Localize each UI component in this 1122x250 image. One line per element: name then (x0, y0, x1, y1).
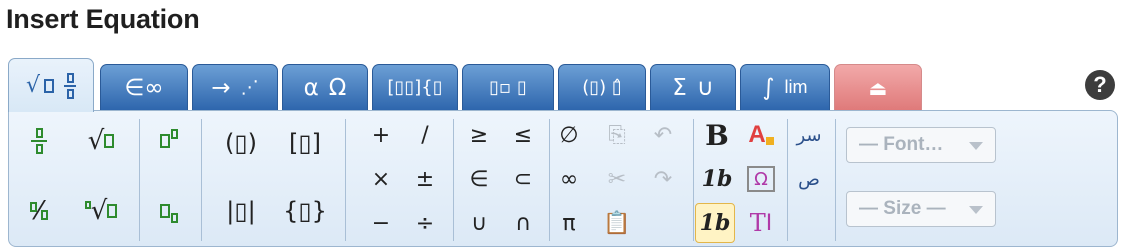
help-icon[interactable]: ? (1085, 70, 1115, 100)
subscript-button[interactable] (149, 191, 189, 231)
infinity-button[interactable]: ∞ (549, 159, 589, 199)
alpha-icon: α (303, 74, 319, 101)
square-brackets-button[interactable]: [▯] (285, 123, 325, 163)
element-of-button[interactable]: ∈ (459, 159, 499, 199)
tab-arrows[interactable]: → ⋰ (192, 64, 278, 110)
accent-icon: (▯) ▯̂ (582, 77, 622, 98)
square-root-button[interactable]: √ (81, 121, 121, 161)
tab-scripts[interactable]: ▯▫ ▯ (462, 64, 554, 110)
tab-templates[interactable]: √ (8, 58, 94, 112)
arrow-icon: → (211, 74, 231, 101)
empty-set-button[interactable]: ∅ (549, 115, 589, 155)
equation-tab-bar: √ ∈∞ → ⋰ αΩ [▯▯]{▯ ▯▫ ▯ (▯) ▯̂ Σ ∪ ∫ lim ⏏ (8, 58, 1116, 112)
text-color-icon[interactable]: A (741, 115, 781, 155)
symbols-tab-icon: ∈∞ (124, 74, 164, 101)
superscript-icon: ▯▫ ▯ (489, 77, 527, 98)
divide-slash-button[interactable]: / (405, 115, 445, 155)
insert-icon: ⏏ (868, 75, 888, 100)
tab-greek[interactable]: αΩ (282, 64, 368, 110)
superscript-button[interactable] (149, 121, 189, 161)
tab-calculus[interactable]: ∫ lim (740, 64, 830, 110)
equation-toolbar-panel: √ ⁄ √ (▯) [▯] |▯| {▯} + / × ± − ÷ ≥ ≤ ∈ … (8, 110, 1118, 247)
limit-icon: lim (784, 77, 808, 97)
italic-button[interactable]: 1b (697, 159, 737, 199)
paste-icon[interactable]: 📋 (597, 203, 637, 243)
tab-matrices[interactable]: [▯▯]{▯ (372, 64, 458, 110)
union-button[interactable]: ∪ (459, 203, 499, 243)
redo-icon[interactable]: ↷ (643, 159, 683, 199)
font-select[interactable]: — Font… (846, 127, 996, 163)
pi-button[interactable]: π (549, 203, 589, 243)
dots-icon: ⋰ (240, 77, 259, 98)
sigma-icon: Σ (672, 74, 687, 101)
union-icon: ∪ (696, 74, 714, 101)
minus-button[interactable]: − (361, 203, 401, 243)
subset-button[interactable]: ⊂ (503, 159, 543, 199)
fraction-button[interactable] (19, 121, 59, 161)
arabic-style-icon[interactable]: ص (789, 159, 829, 199)
undo-icon[interactable]: ↶ (643, 115, 683, 155)
greek-style-button[interactable]: Ω (741, 159, 781, 199)
copy-icon[interactable]: ⎘ (597, 115, 637, 155)
plus-minus-button[interactable]: ± (405, 159, 445, 199)
nth-root-button[interactable]: √ (81, 191, 121, 231)
chevron-down-icon (969, 206, 983, 214)
chevron-down-icon (969, 142, 983, 150)
tab-operators[interactable]: Σ ∪ (650, 64, 736, 110)
absolute-value-button[interactable]: |▯| (221, 191, 261, 231)
omega-icon: Ω (328, 74, 347, 101)
cut-icon[interactable]: ✂ (597, 159, 637, 199)
italic-variable-button[interactable]: 1b (695, 203, 735, 243)
times-button[interactable]: × (361, 159, 401, 199)
tab-symbols[interactable]: ∈∞ (100, 64, 188, 110)
intersection-button[interactable]: ∩ (503, 203, 543, 243)
parentheses-button[interactable]: (▯) (221, 123, 261, 163)
slash-fraction-button[interactable]: ⁄ (19, 191, 59, 231)
integral-icon: ∫ (762, 74, 775, 101)
tab-insert[interactable]: ⏏ (834, 64, 922, 110)
bold-button[interactable]: B (697, 115, 737, 155)
division-button[interactable]: ÷ (405, 203, 445, 243)
greater-equal-button[interactable]: ≥ (459, 115, 499, 155)
matrix-icon: [▯▯]{▯ (387, 77, 443, 98)
size-select[interactable]: — Size — (846, 191, 996, 227)
arabic-script-icon[interactable]: سر (789, 115, 829, 155)
tab-accents[interactable]: (▯) ▯̂ (558, 64, 646, 110)
less-equal-button[interactable]: ≤ (503, 115, 543, 155)
plus-button[interactable]: + (361, 115, 401, 155)
dialog-title: Insert Equation (6, 4, 200, 34)
curly-braces-button[interactable]: {▯} (283, 191, 327, 231)
text-mode-button[interactable]: TI (741, 203, 781, 243)
